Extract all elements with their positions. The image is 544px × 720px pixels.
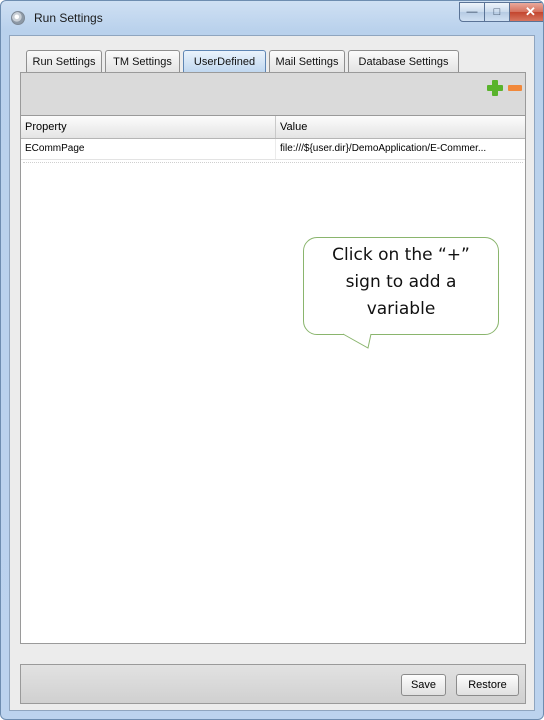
tab-label: Database Settings [358,55,449,68]
property-cell[interactable]: ECommPage [21,139,276,159]
window-title: Run Settings [34,11,103,25]
properties-table: Property Value ECommPage file:///${user.… [20,116,526,644]
table-toolbar [20,72,526,116]
restore-button[interactable]: Restore [456,674,519,696]
save-button[interactable]: Save [401,674,446,696]
tab-run-settings[interactable]: Run Settings [26,50,102,72]
title-bar[interactable]: Run Settings — □ ✕ [1,1,543,35]
maximize-button[interactable]: □ [484,2,510,22]
callout-line: variable [366,299,436,319]
table-row[interactable]: ECommPage file:///${user.dir}/DemoApplic… [21,139,525,160]
callout-bubble: Click on the “+” sign to add a variable [303,237,499,335]
empty-row [23,162,523,165]
column-header-property[interactable]: Property [21,116,276,138]
callout-tail [342,333,372,349]
dialog-content: Run Settings TM Settings UserDefined Mai… [9,35,535,711]
minimize-icon: — [466,6,478,18]
table-header: Property Value [21,116,525,139]
tab-mail-settings[interactable]: Mail Settings [269,50,345,72]
add-variable-button[interactable] [487,80,503,96]
tab-label: TM Settings [113,55,172,68]
tab-database-settings[interactable]: Database Settings [348,50,459,72]
run-settings-window: Run Settings — □ ✕ Run Settings TM Setti… [0,0,544,720]
maximize-icon: □ [493,6,501,18]
button-bar: Save Restore [20,664,526,704]
tab-label: Run Settings [32,55,96,68]
callout-line: sign to add a [345,272,457,292]
tab-label: Mail Settings [275,55,339,68]
app-icon [11,11,25,25]
tab-label: UserDefined [193,56,256,68]
tab-userdefined[interactable]: UserDefined [183,50,266,73]
value-cell[interactable]: file:///${user.dir}/DemoApplication/E-Co… [276,139,525,159]
close-button[interactable]: ✕ [509,2,543,22]
tab-tm-settings[interactable]: TM Settings [105,50,180,72]
close-icon: ✕ [525,4,536,19]
column-header-value[interactable]: Value [276,116,525,138]
minimize-button[interactable]: — [459,2,485,22]
remove-variable-button[interactable] [508,85,522,91]
callout-line: Click on the “+” [332,245,470,265]
